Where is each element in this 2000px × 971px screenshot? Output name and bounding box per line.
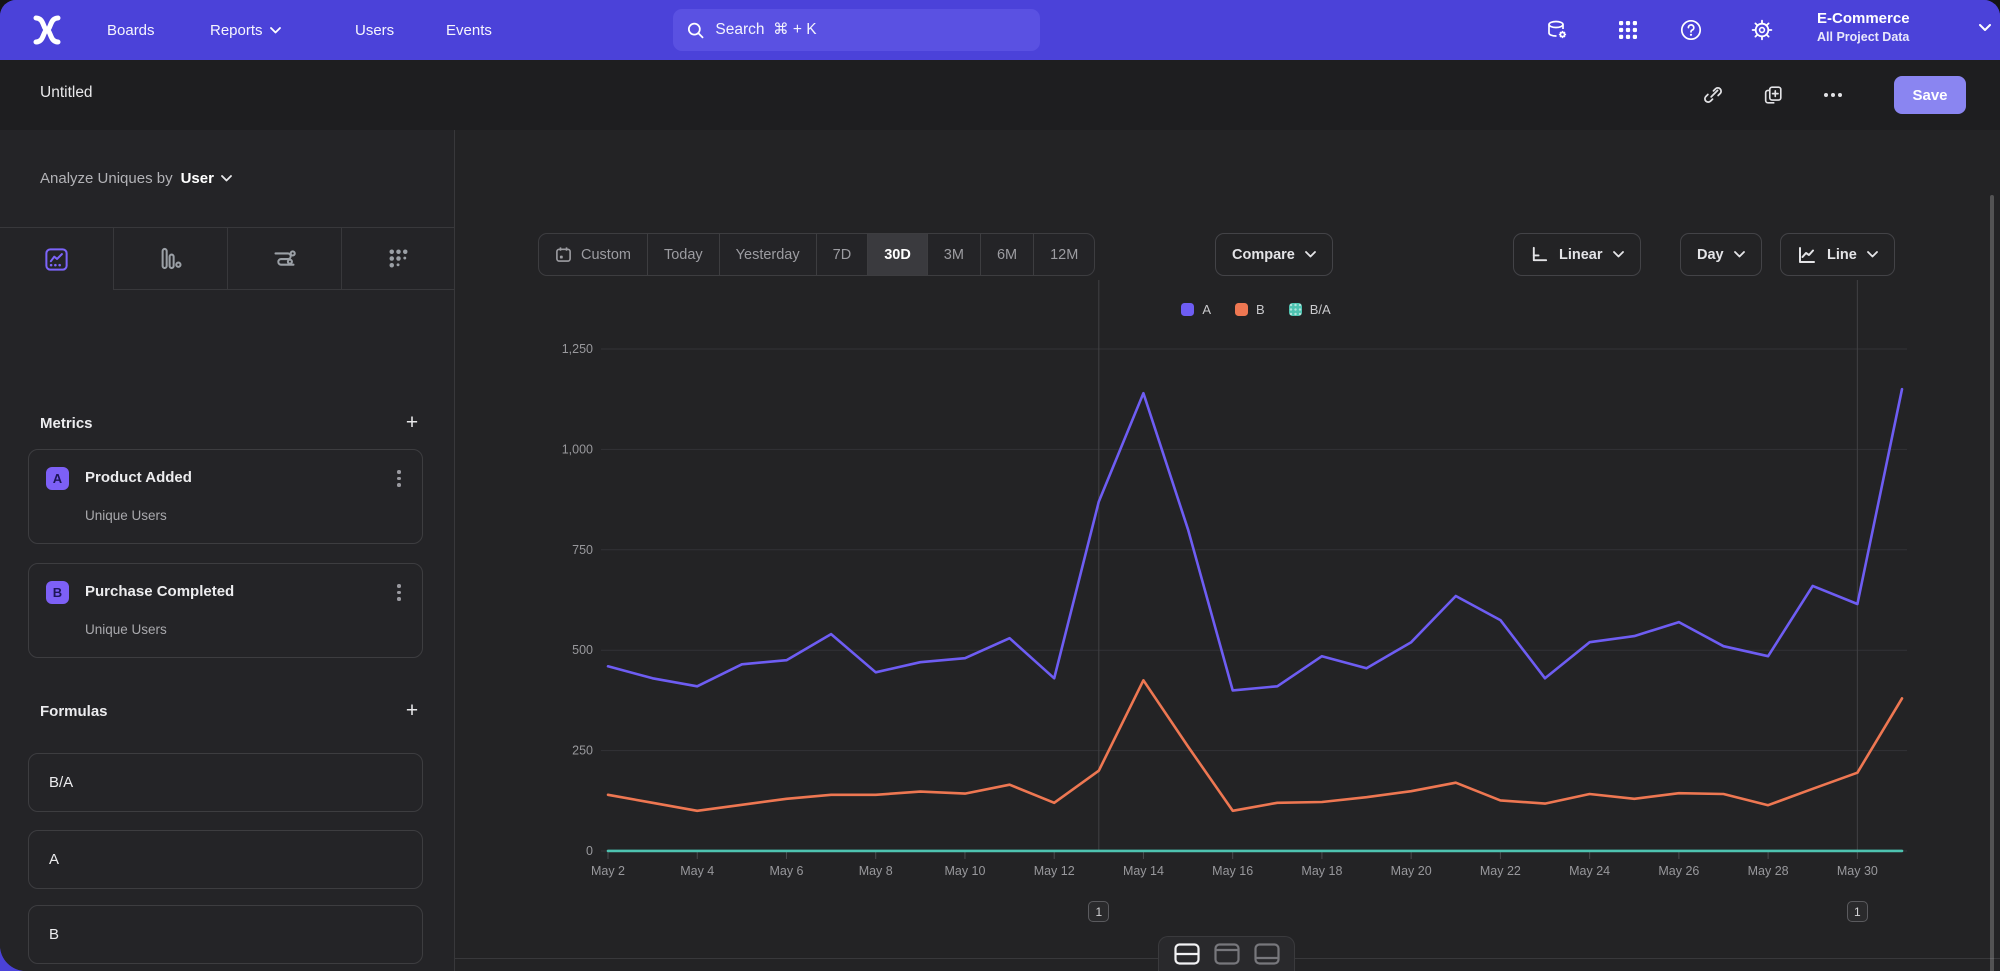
query-builder-sidebar: Analyze Uniques by User: [0, 130, 455, 971]
top-nav: Boards Reports Users Events: [0, 0, 2000, 60]
metric-options-icon[interactable]: [390, 584, 408, 604]
metric-card-a[interactable]: A Product Added Unique Users: [28, 449, 423, 544]
copy-link-icon[interactable]: [1701, 83, 1725, 107]
svg-text:May 22: May 22: [1480, 864, 1521, 878]
svg-text:1,250: 1,250: [562, 342, 593, 356]
search-icon: [687, 21, 704, 40]
add-metric-button[interactable]: +: [401, 412, 423, 434]
apps-grid-icon[interactable]: [1616, 18, 1640, 42]
svg-text:250: 250: [572, 744, 593, 758]
settings-gear-icon[interactable]: [1750, 18, 1774, 42]
svg-text:May 14: May 14: [1123, 864, 1164, 878]
metric-badge: B: [46, 581, 69, 604]
svg-text:May 30: May 30: [1837, 864, 1878, 878]
formula-label: B: [49, 926, 59, 943]
metrics-section-head: Metrics +: [40, 412, 423, 434]
formula-card[interactable]: B/A: [28, 753, 423, 812]
funnels-icon: [157, 245, 184, 272]
metric-title: Purchase Completed: [85, 583, 234, 600]
help-icon[interactable]: [1679, 18, 1703, 42]
formulas-title: Formulas: [40, 703, 108, 720]
search-input[interactable]: [715, 21, 1026, 39]
svg-text:May 6: May 6: [769, 864, 803, 878]
metric-badge: A: [46, 467, 69, 490]
metric-options-icon[interactable]: [390, 470, 408, 490]
search-bar[interactable]: [673, 9, 1040, 51]
formulas-section-head: Formulas +: [40, 700, 423, 722]
tab-insights[interactable]: [0, 228, 113, 290]
scrollbar[interactable]: [1990, 195, 1994, 971]
annotation-badge[interactable]: 1: [1088, 901, 1109, 922]
annotation-badge[interactable]: 1: [1847, 901, 1868, 922]
svg-text:750: 750: [572, 543, 593, 557]
svg-text:May 16: May 16: [1212, 864, 1253, 878]
project-subtitle: All Project Data: [1817, 29, 1977, 45]
report-type-tabs: [0, 228, 455, 290]
svg-text:500: 500: [572, 643, 593, 657]
app-window: Boards Reports Users Events: [0, 0, 2000, 971]
more-options-icon[interactable]: [1821, 83, 1845, 107]
app-page: Boards Reports Users Events: [0, 0, 2000, 971]
nav-item-label: Boards: [107, 22, 155, 39]
formula-card[interactable]: A: [28, 830, 423, 889]
tab-retention[interactable]: [341, 228, 455, 290]
add-formula-button[interactable]: +: [401, 700, 423, 722]
nav-item-label: Users: [355, 22, 394, 39]
chart-panel: CustomTodayYesterday7D30D3M6M12M Compare…: [455, 130, 2000, 971]
nav-item-reports[interactable]: Reports: [210, 0, 281, 60]
report-title[interactable]: Untitled: [40, 84, 93, 102]
nav-item-users[interactable]: Users: [355, 0, 394, 60]
svg-text:1,000: 1,000: [562, 442, 593, 456]
tab-funnels[interactable]: [113, 228, 227, 290]
formula-label: A: [49, 851, 59, 868]
metric-card-b[interactable]: B Purchase Completed Unique Users: [28, 563, 423, 658]
svg-text:0: 0: [586, 844, 593, 858]
svg-text:May 20: May 20: [1391, 864, 1432, 878]
line-chart[interactable]: 0 250 500 750 1,000 1,250 May 2 May 4 May 6 May 8…: [455, 130, 2000, 971]
layout-toggle-split-view[interactable]: [1173, 942, 1201, 966]
svg-text:May 2: May 2: [591, 864, 625, 878]
svg-text:May 12: May 12: [1034, 864, 1075, 878]
flows-icon: [271, 245, 298, 272]
nav-item-label: Events: [446, 22, 492, 39]
data-management-icon[interactable]: [1545, 18, 1569, 42]
analyze-by-dropdown[interactable]: User: [181, 170, 232, 187]
chevron-down-icon: [1979, 24, 1991, 32]
nav-item-label: Reports: [210, 22, 263, 39]
retention-icon: [385, 245, 412, 272]
content-area: Untitled Save: [0, 60, 2000, 971]
nav-item-boards[interactable]: Boards: [107, 0, 155, 60]
duplicate-icon[interactable]: [1761, 83, 1785, 107]
svg-text:May 28: May 28: [1748, 864, 1789, 878]
formula-label: B/A: [49, 774, 73, 791]
layout-toggle-chart-only[interactable]: [1213, 942, 1241, 966]
svg-text:May 18: May 18: [1301, 864, 1342, 878]
svg-text:May 10: May 10: [944, 864, 985, 878]
nav-item-events[interactable]: Events: [446, 0, 492, 60]
formula-card[interactable]: B: [28, 905, 423, 964]
layout-toggle-group: [1158, 936, 1295, 971]
layout-toggle-table-only[interactable]: [1253, 942, 1281, 966]
tab-flows[interactable]: [227, 228, 341, 290]
metric-subtitle[interactable]: Unique Users: [85, 622, 167, 637]
analyze-label: Analyze Uniques by: [40, 170, 173, 187]
analyze-by-value: User: [181, 170, 214, 187]
svg-text:May 24: May 24: [1569, 864, 1610, 878]
save-button[interactable]: Save: [1894, 76, 1966, 114]
metric-subtitle[interactable]: Unique Users: [85, 508, 167, 523]
insights-icon: [43, 246, 70, 273]
chevron-down-icon: [270, 27, 281, 34]
svg-text:May 26: May 26: [1658, 864, 1699, 878]
analyze-uniques-row: Analyze Uniques by User: [0, 130, 455, 228]
report-header: Untitled Save: [0, 60, 2000, 130]
mixpanel-logo-icon[interactable]: [30, 14, 64, 46]
metric-title: Product Added: [85, 469, 192, 486]
chevron-down-icon: [221, 175, 232, 182]
project-switcher[interactable]: E-Commerce All Project Data: [1817, 9, 1977, 53]
metrics-title: Metrics: [40, 415, 93, 432]
svg-text:May 8: May 8: [859, 864, 893, 878]
svg-text:May 4: May 4: [680, 864, 714, 878]
project-name: E-Commerce: [1817, 9, 1977, 29]
